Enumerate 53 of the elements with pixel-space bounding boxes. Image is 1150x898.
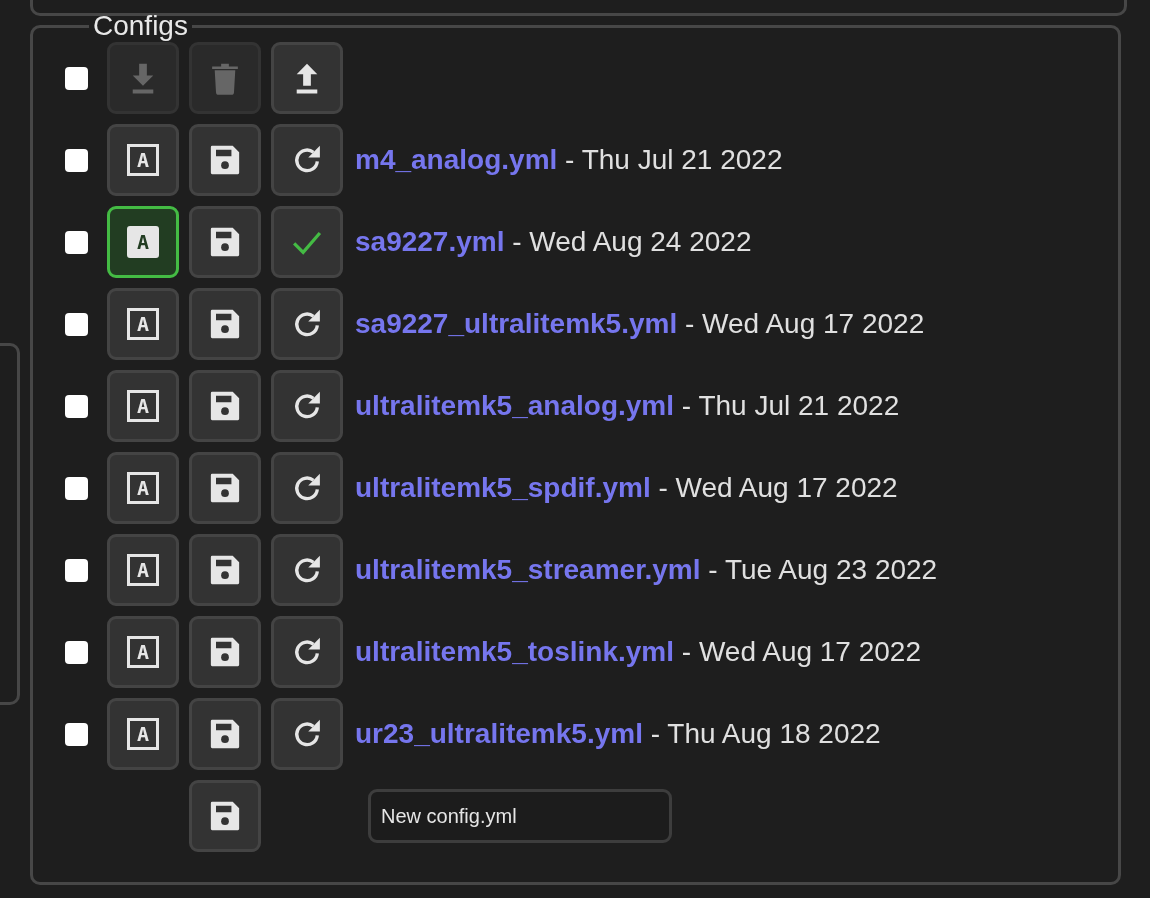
save-button[interactable] (189, 534, 261, 606)
checkbox[interactable] (65, 148, 88, 172)
section-title: Configs (92, 12, 189, 40)
save-button[interactable] (189, 780, 261, 852)
config-link[interactable]: ur23_ultralitemk5.yml (355, 718, 643, 749)
checkbox[interactable] (65, 640, 88, 664)
config-date: - Wed Aug 17 2022 (684, 308, 925, 339)
config-name-field[interactable]: New config.yml (368, 789, 672, 843)
save-button[interactable] (189, 698, 261, 770)
reload-button[interactable] (271, 124, 343, 196)
save-button[interactable] (189, 616, 261, 688)
auto-button[interactable]: A (107, 288, 179, 360)
checkbox[interactable] (65, 476, 88, 500)
save-button[interactable] (189, 206, 261, 278)
config-date: - Wed Aug 24 2022 (511, 226, 752, 257)
reload-button[interactable] (271, 370, 343, 442)
config-link[interactable]: m4_analog.yml (355, 144, 558, 175)
config-date: - Wed Aug 17 2022 (680, 636, 921, 667)
auto-button[interactable]: A (107, 370, 179, 442)
reload-button[interactable] (271, 534, 343, 606)
save-button[interactable] (189, 288, 261, 360)
reload-button[interactable] (271, 698, 343, 770)
checkbox[interactable] (65, 394, 88, 418)
checkbox[interactable] (65, 312, 88, 336)
reload-button[interactable] (271, 616, 343, 688)
config-link[interactable]: sa9227_ultralitemk5.yml (355, 308, 678, 339)
auto-button[interactable]: A (107, 616, 179, 688)
save-button[interactable] (189, 124, 261, 196)
upload-button[interactable] (271, 42, 343, 114)
auto-button[interactable]: A (107, 698, 179, 770)
reload-button[interactable] (271, 452, 343, 524)
config-link[interactable]: sa9227.yml (355, 226, 505, 257)
checkbox[interactable] (65, 722, 88, 746)
checkbox[interactable] (65, 558, 88, 582)
config-date: - Thu Aug 18 2022 (649, 718, 881, 749)
checkbox[interactable] (65, 230, 88, 254)
config-link[interactable]: ultralitemk5_spdif.yml (355, 472, 651, 503)
config-link[interactable]: ultralitemk5_streamer.yml (355, 554, 701, 585)
config-date: - Wed Aug 17 2022 (657, 472, 898, 503)
config-link[interactable]: ultralitemk5_toslink.yml (355, 636, 674, 667)
config-link[interactable]: ultralitemk5_analog.yml (355, 390, 674, 421)
auto-button[interactable]: A (107, 206, 179, 278)
save-button[interactable] (189, 370, 261, 442)
auto-button[interactable]: A (107, 534, 179, 606)
config-date: - Thu Jul 21 2022 (564, 144, 783, 175)
checkbox[interactable] (65, 66, 88, 90)
config-date: - Thu Jul 21 2022 (680, 390, 900, 421)
auto-button[interactable]: A (107, 452, 179, 524)
reload-button[interactable] (271, 288, 343, 360)
config-date: - Tue Aug 23 2022 (707, 554, 938, 585)
check-button[interactable] (271, 206, 343, 278)
auto-button[interactable]: A (107, 124, 179, 196)
save-button[interactable] (189, 452, 261, 524)
